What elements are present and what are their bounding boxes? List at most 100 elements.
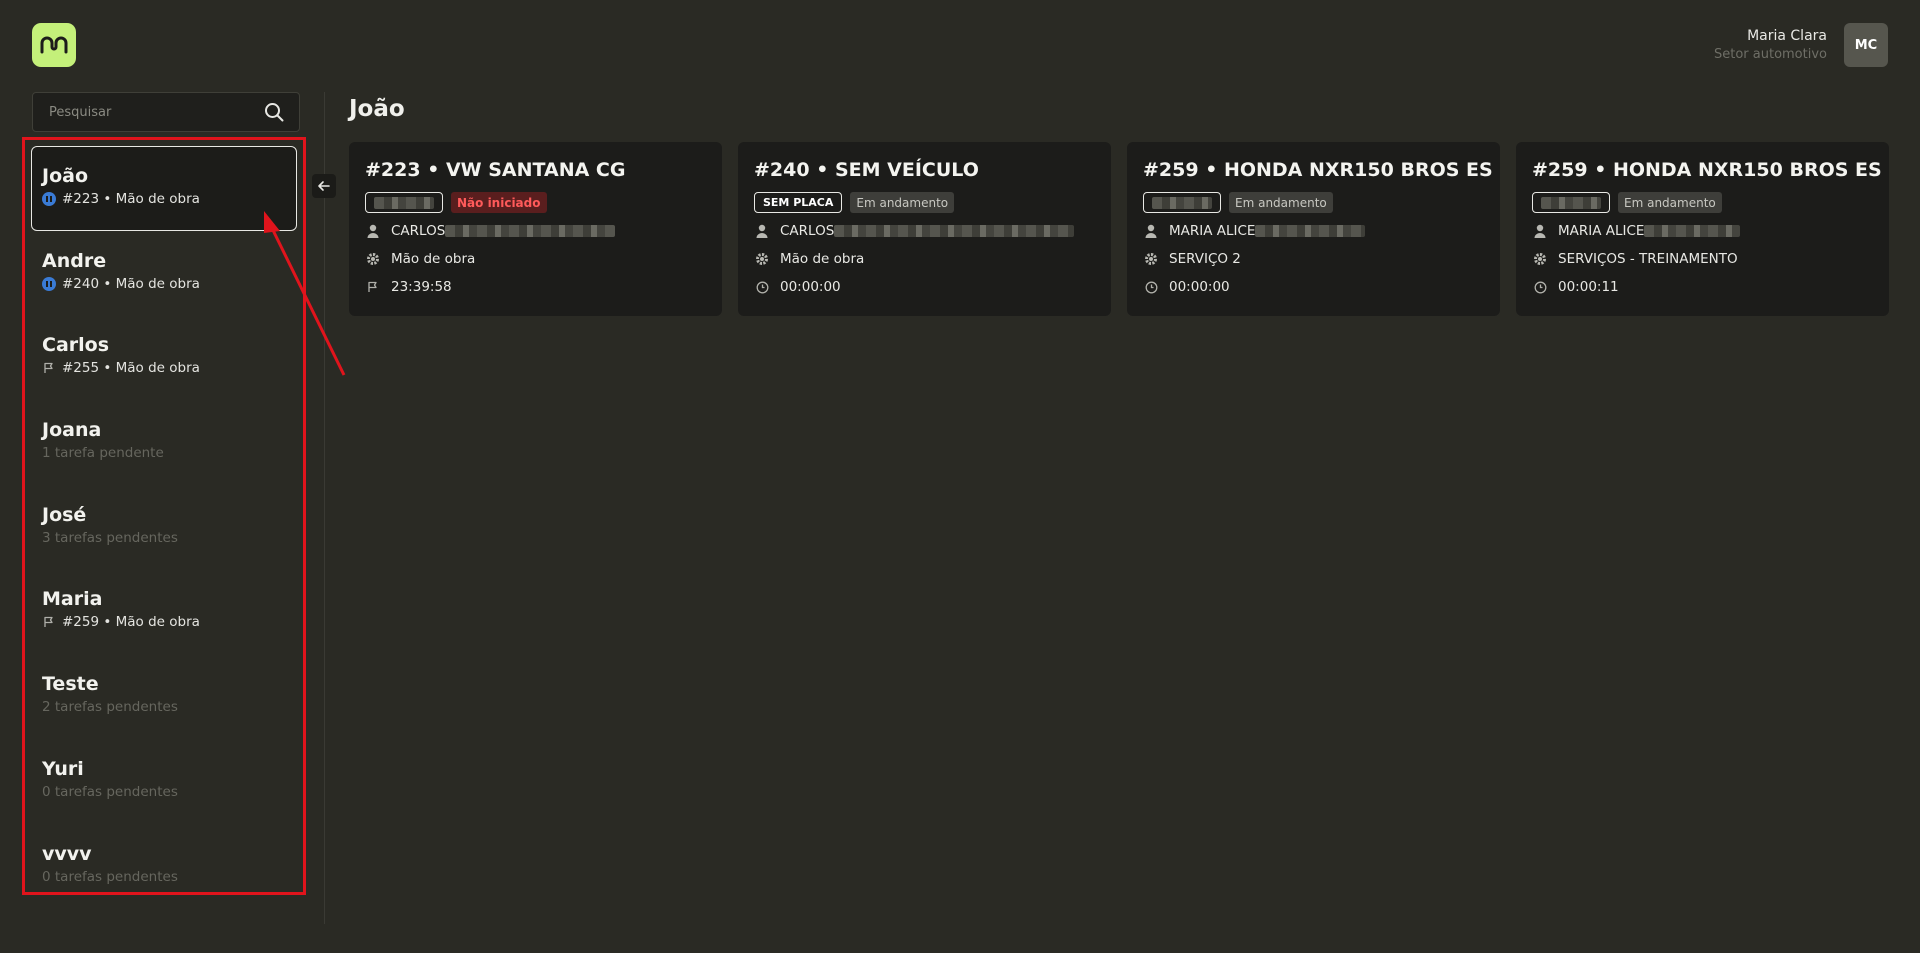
flag-icon bbox=[42, 615, 56, 629]
card-service-row: SERVIÇO 2 bbox=[1143, 249, 1484, 269]
gear-icon bbox=[754, 251, 770, 267]
worker-pending: 0 tarefas pendentes bbox=[42, 868, 178, 885]
worker-name: João bbox=[42, 165, 88, 187]
card-time-row: 00:00:11 bbox=[1532, 277, 1873, 297]
card-service-row: Mão de obra bbox=[365, 249, 706, 269]
status-badge: Em andamento bbox=[1618, 192, 1722, 213]
pause-icon bbox=[42, 276, 56, 291]
search-input[interactable] bbox=[49, 104, 263, 120]
flag-icon bbox=[365, 279, 381, 295]
worker-name: Maria bbox=[42, 588, 103, 611]
task-card[interactable]: #223 • VW SANTANA CG Não iniciado CARLOS… bbox=[349, 142, 722, 316]
worker-item-yuri[interactable]: Yuri 0 tarefas pendentes bbox=[31, 739, 297, 824]
card-service: SERVIÇOS - TREINAMENTO bbox=[1558, 251, 1738, 267]
card-person-row: CARLOS bbox=[365, 221, 706, 241]
card-title: #259 • HONDA NXR150 BROS ES bbox=[1532, 159, 1882, 181]
user-name: Maria Clara bbox=[1747, 28, 1827, 44]
plate-badge bbox=[1143, 192, 1221, 213]
status-badge: Em andamento bbox=[1229, 192, 1333, 213]
card-person-row: CARLOS bbox=[754, 221, 1095, 241]
worker-task: #259 • Mão de obra bbox=[42, 613, 287, 631]
worker-pending: 1 tarefa pendente bbox=[42, 445, 164, 462]
app-logo[interactable] bbox=[32, 23, 76, 67]
blurred-text bbox=[1644, 225, 1741, 237]
flag-icon bbox=[42, 361, 56, 375]
worker-task-label: #240 • Mão de obra bbox=[62, 275, 200, 292]
task-cards: #223 • VW SANTANA CG Não iniciado CARLOS… bbox=[349, 142, 1889, 316]
worker-name: vvvv bbox=[42, 842, 92, 865]
worker-name: José bbox=[42, 503, 87, 526]
task-card[interactable]: #240 • SEM VEÍCULO SEM PLACA Em andament… bbox=[738, 142, 1111, 316]
card-time: 00:00:00 bbox=[780, 279, 841, 295]
worker-task: #255 • Mão de obra bbox=[42, 359, 287, 377]
worker-list: João #223 • Mão de obra Andre #240 • Mão… bbox=[22, 137, 306, 895]
card-badges: Em andamento bbox=[1143, 192, 1484, 213]
card-time: 00:00:11 bbox=[1558, 279, 1619, 295]
clock-icon bbox=[1143, 279, 1159, 295]
task-card[interactable]: #259 • HONDA NXR150 BROS ES Em andamento… bbox=[1127, 142, 1500, 316]
card-time: 00:00:00 bbox=[1169, 279, 1230, 295]
page-title: João bbox=[349, 96, 405, 122]
sidebar-divider bbox=[324, 92, 325, 924]
arrow-left-icon bbox=[318, 181, 330, 191]
status-badge: Não iniciado bbox=[451, 192, 547, 213]
task-card[interactable]: #259 • HONDA NXR150 BROS ES Em andamento… bbox=[1516, 142, 1889, 316]
logo-wave-icon bbox=[40, 36, 68, 54]
gear-icon bbox=[1143, 251, 1159, 267]
plate-badge: SEM PLACA bbox=[754, 192, 843, 213]
card-title: #223 • VW SANTANA CG bbox=[365, 159, 626, 181]
card-time: 23:39:58 bbox=[391, 279, 452, 295]
clock-icon bbox=[1532, 279, 1548, 295]
gear-icon bbox=[365, 251, 381, 267]
worker-item-jose[interactable]: José 3 tarefas pendentes bbox=[31, 485, 297, 570]
user-info: Maria Clara Setor automotivo bbox=[1714, 27, 1827, 65]
blurred-text bbox=[445, 225, 616, 237]
card-person-row: MARIA ALICE bbox=[1143, 221, 1484, 241]
card-person: MARIA ALICE bbox=[1169, 223, 1256, 239]
worker-task-label: #223 • Mão de obra bbox=[62, 191, 200, 207]
worker-item-vvvv[interactable]: vvvv 0 tarefas pendentes bbox=[31, 824, 297, 909]
worker-item-joana[interactable]: Joana 1 tarefa pendente bbox=[31, 400, 297, 485]
card-time-row: 23:39:58 bbox=[365, 277, 706, 297]
worker-task-label: #259 • Mão de obra bbox=[62, 614, 200, 631]
pause-icon bbox=[42, 192, 56, 206]
worker-pending: 0 tarefas pendentes bbox=[42, 783, 178, 800]
person-icon bbox=[1143, 223, 1159, 239]
search-icon[interactable] bbox=[263, 101, 285, 123]
plate-badge bbox=[1532, 192, 1610, 213]
worker-name: Joana bbox=[42, 419, 102, 442]
avatar[interactable]: MC bbox=[1844, 23, 1888, 67]
worker-name: Andre bbox=[42, 249, 107, 272]
card-person-row: MARIA ALICE bbox=[1532, 221, 1873, 241]
user-role: Setor automotivo bbox=[1713, 47, 1827, 62]
card-service-row: Mão de obra bbox=[754, 249, 1095, 269]
collapse-sidebar-button[interactable] bbox=[312, 174, 336, 198]
worker-item-joao[interactable]: João #223 • Mão de obra bbox=[31, 146, 297, 231]
search-box bbox=[32, 92, 300, 132]
blurred-text bbox=[834, 225, 1075, 237]
worker-pending: 2 tarefas pendentes bbox=[42, 699, 178, 716]
worker-pending: 3 tarefas pendentes bbox=[42, 529, 178, 546]
worker-name: Yuri bbox=[42, 757, 84, 780]
worker-item-carlos[interactable]: Carlos #255 • Mão de obra bbox=[31, 315, 297, 400]
person-icon bbox=[754, 223, 770, 239]
clock-icon bbox=[754, 279, 770, 295]
card-badges: SEM PLACA Em andamento bbox=[754, 192, 1095, 213]
worker-name: Teste bbox=[42, 673, 99, 696]
worker-item-andre[interactable]: Andre #240 • Mão de obra bbox=[31, 231, 297, 316]
card-time-row: 00:00:00 bbox=[754, 277, 1095, 297]
card-badges: Não iniciado bbox=[365, 192, 706, 213]
worker-task-label: #255 • Mão de obra bbox=[62, 360, 200, 377]
gear-icon bbox=[1532, 251, 1548, 267]
card-person: CARLOS bbox=[391, 223, 446, 239]
worker-item-maria[interactable]: Maria #259 • Mão de obra bbox=[31, 569, 297, 654]
card-time-row: 00:00:00 bbox=[1143, 277, 1484, 297]
plate-badge bbox=[365, 192, 443, 213]
card-service-row: SERVIÇOS - TREINAMENTO bbox=[1532, 249, 1873, 269]
card-person: CARLOS bbox=[780, 223, 835, 239]
worker-name: Carlos bbox=[42, 334, 110, 357]
worker-item-teste[interactable]: Teste 2 tarefas pendentes bbox=[31, 654, 297, 739]
card-badges: Em andamento bbox=[1532, 192, 1873, 213]
card-title: #240 • SEM VEÍCULO bbox=[754, 159, 979, 181]
person-icon bbox=[365, 223, 381, 239]
